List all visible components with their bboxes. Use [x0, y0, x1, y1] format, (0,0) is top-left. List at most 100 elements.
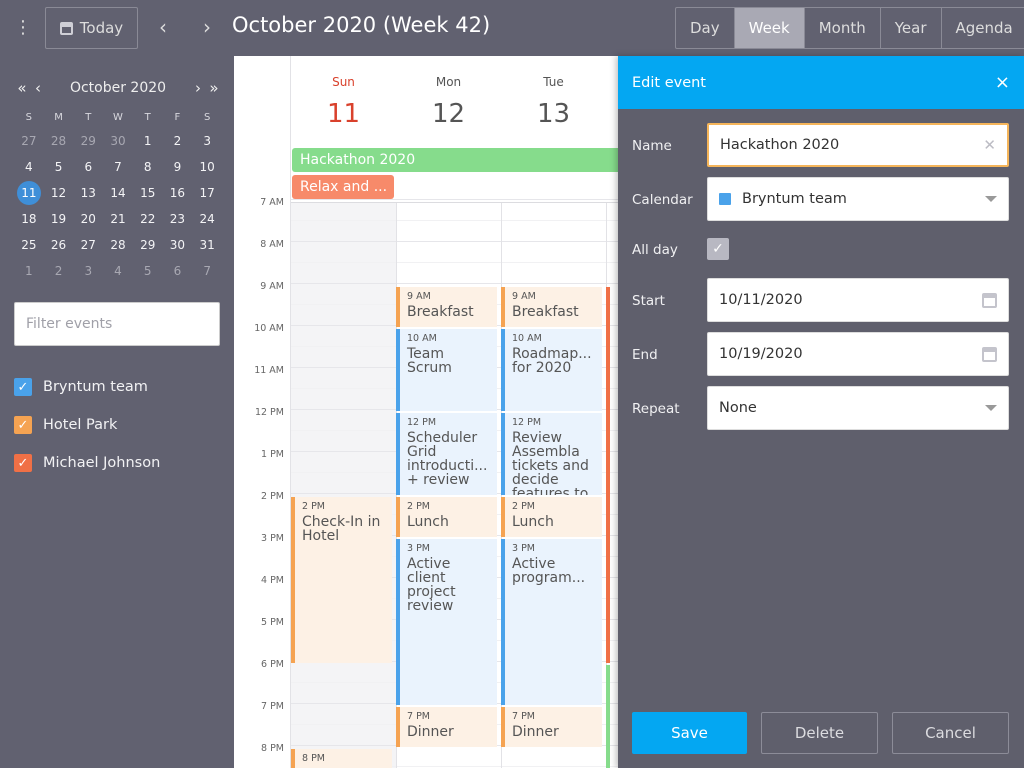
mini-calendar-day[interactable]: 4: [14, 154, 44, 180]
mini-calendar-day[interactable]: 6: [73, 154, 103, 180]
mini-calendar-day[interactable]: 22: [133, 206, 163, 232]
mini-calendar-day[interactable]: 27: [14, 128, 44, 154]
next-period-button[interactable]: ›: [198, 14, 216, 40]
event-time: 12 PM: [407, 417, 437, 428]
mini-calendar-day[interactable]: 30: [103, 128, 133, 154]
checkbox-icon[interactable]: ✓: [14, 378, 32, 396]
view-week-button[interactable]: Week: [733, 8, 804, 48]
event-block[interactable]: 2 PM Lunch: [396, 497, 497, 537]
event-block[interactable]: 10 AM Team Scrum: [396, 329, 497, 411]
mini-calendar-day[interactable]: 29: [73, 128, 103, 154]
mini-calendar-day[interactable]: 10: [192, 154, 222, 180]
mini-calendar-day[interactable]: 8: [133, 154, 163, 180]
mini-calendar-day[interactable]: 6: [163, 258, 193, 284]
calendar-item-hotel-park[interactable]: ✓ Hotel Park: [14, 406, 224, 444]
hour-label: 2 PM: [261, 491, 284, 502]
delete-button[interactable]: Delete: [761, 712, 878, 754]
next-year-button[interactable]: »: [206, 79, 222, 97]
mini-calendar-day[interactable]: 17: [192, 180, 222, 206]
day-header-mon[interactable]: Mon 12: [396, 56, 501, 146]
mini-calendar-day[interactable]: 7: [192, 258, 222, 284]
filter-events-input[interactable]: [14, 302, 220, 346]
mini-calendar-day[interactable]: 20: [73, 206, 103, 232]
mini-calendar-day[interactable]: 23: [163, 206, 193, 232]
event-block[interactable]: 3 PM Active client project review: [396, 539, 497, 705]
event-block[interactable]: 12 PM Review Assembla tickets and decide…: [501, 413, 602, 495]
mini-calendar-day[interactable]: 2: [44, 258, 74, 284]
event-block[interactable]: 7 PM Dinner: [396, 707, 497, 747]
editor-header: Edit event ×: [618, 56, 1024, 109]
mini-calendar-day[interactable]: 19: [44, 206, 74, 232]
mini-calendar-day[interactable]: 27: [73, 232, 103, 258]
event-block[interactable]: 3 PM Active program...: [501, 539, 602, 705]
mini-calendar-day[interactable]: 12: [44, 180, 74, 206]
view-year-button[interactable]: Year: [879, 8, 941, 48]
close-icon[interactable]: ×: [995, 72, 1010, 93]
calendar-item-bryntum-team[interactable]: ✓ Bryntum team: [14, 368, 224, 406]
mini-calendar-day[interactable]: 5: [44, 154, 74, 180]
mini-calendar-day[interactable]: 18: [14, 206, 44, 232]
day-header-tue[interactable]: Tue 13: [501, 56, 606, 146]
allday-event-relax[interactable]: Relax and ...: [292, 175, 394, 199]
chevron-down-icon[interactable]: [985, 405, 997, 411]
end-date-field[interactable]: 10/19/2020: [707, 332, 1009, 376]
calendar-item-michael-johnson[interactable]: ✓ Michael Johnson: [14, 444, 224, 482]
mini-calendar-day[interactable]: 21: [103, 206, 133, 232]
mini-calendar-day[interactable]: 7: [103, 154, 133, 180]
view-agenda-button[interactable]: Agenda: [940, 8, 1024, 48]
view-month-button[interactable]: Month: [803, 8, 880, 48]
mini-calendar-day[interactable]: 25: [14, 232, 44, 258]
checkbox-icon[interactable]: ✓: [14, 454, 32, 472]
next-month-button[interactable]: ›: [190, 79, 206, 97]
mini-calendar-day[interactable]: 28: [44, 128, 74, 154]
event-block[interactable]: 7 PM Dinner: [501, 707, 602, 747]
today-button[interactable]: Today: [45, 7, 138, 49]
mini-calendar-day[interactable]: 9: [163, 154, 193, 180]
mini-calendar-day[interactable]: 1: [133, 128, 163, 154]
prev-year-button[interactable]: «: [14, 79, 30, 97]
mini-calendar-day[interactable]: 2: [163, 128, 193, 154]
event-block[interactable]: 9 AM Breakfast: [501, 287, 602, 327]
mini-calendar-day[interactable]: 3: [192, 128, 222, 154]
mini-calendar-day[interactable]: 30: [163, 232, 193, 258]
mini-calendar-day[interactable]: 26: [44, 232, 74, 258]
checkbox-icon[interactable]: ✓: [14, 416, 32, 434]
mini-calendar-day[interactable]: 16: [163, 180, 193, 206]
mini-calendar-day[interactable]: 3: [73, 258, 103, 284]
allday-checkbox[interactable]: ✓: [707, 238, 729, 260]
start-date-field[interactable]: 10/11/2020: [707, 278, 1009, 322]
mini-calendar-day[interactable]: 29: [133, 232, 163, 258]
save-button[interactable]: Save: [632, 712, 747, 754]
day-header-sun[interactable]: Sun 11: [291, 56, 396, 146]
mini-calendar-day[interactable]: 14: [103, 180, 133, 206]
event-block[interactable]: 8 PM: [291, 749, 392, 768]
mini-calendar-day[interactable]: 5: [133, 258, 163, 284]
view-day-button[interactable]: Day: [676, 8, 734, 48]
event-block[interactable]: 10 AM Roadmap... for 2020: [501, 329, 602, 411]
mini-calendar-day[interactable]: 4: [103, 258, 133, 284]
repeat-select[interactable]: None: [707, 386, 1009, 430]
clear-icon[interactable]: ✕: [983, 136, 996, 154]
mini-calendar-day[interactable]: 15: [133, 180, 163, 206]
chevron-down-icon[interactable]: [985, 196, 997, 202]
mini-calendar-day[interactable]: 28: [103, 232, 133, 258]
calendar-icon[interactable]: [982, 292, 997, 308]
mini-calendar-day[interactable]: 24: [192, 206, 222, 232]
allday-event-hackathon[interactable]: Hackathon 2020: [292, 148, 618, 172]
prev-period-button[interactable]: ‹: [154, 14, 172, 40]
calendar-icon[interactable]: [982, 346, 997, 362]
menu-icon[interactable]: ⋮: [14, 17, 32, 39]
mini-calendar-day[interactable]: 11: [14, 180, 44, 206]
mini-calendar-day[interactable]: 13: [73, 180, 103, 206]
event-block[interactable]: 9 AM Breakfast: [396, 287, 497, 327]
event-block[interactable]: 2 PM Check-In in Hotel: [291, 497, 392, 663]
event-block[interactable]: 2 PM Lunch: [501, 497, 602, 537]
cancel-button[interactable]: Cancel: [892, 712, 1009, 754]
event-block[interactable]: 12 PM Scheduler Grid introducti... + rev…: [396, 413, 497, 495]
prev-month-button[interactable]: ‹: [30, 79, 46, 97]
mini-calendar-day[interactable]: 1: [14, 258, 44, 284]
day-number: 30: [110, 134, 126, 148]
mini-calendar-day[interactable]: 31: [192, 232, 222, 258]
calendar-select[interactable]: Bryntum team: [707, 177, 1009, 221]
name-field[interactable]: Hackathon 2020 ✕: [707, 123, 1009, 167]
